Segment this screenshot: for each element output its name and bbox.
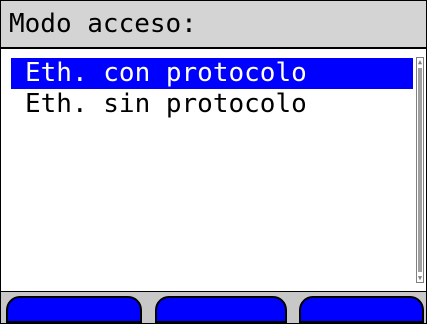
menu-item-eth-sin-protocolo[interactable]: Eth. sin protocolo (11, 89, 413, 120)
softkey-3-button[interactable] (299, 296, 424, 323)
scroll-up-arrow-icon[interactable]: ▲ (417, 58, 423, 66)
vertical-scrollbar[interactable]: ▲ ▼ (416, 57, 424, 283)
scroll-down-arrow-icon[interactable]: ▼ (417, 274, 423, 282)
screen-title: Modo acceso: (9, 9, 197, 39)
menu-list: Eth. con protocolo Eth. sin protocolo ▲ … (1, 49, 426, 292)
scrollbar-thumb[interactable] (418, 68, 422, 272)
title-bar: Modo acceso: (1, 1, 426, 49)
device-screen: Modo acceso: Eth. con protocolo Eth. sin… (0, 0, 427, 324)
softkey-bar (1, 292, 426, 323)
menu-item-eth-con-protocolo[interactable]: Eth. con protocolo (11, 58, 413, 89)
softkey-1-button[interactable] (6, 296, 142, 323)
softkey-2-button[interactable] (155, 296, 287, 323)
